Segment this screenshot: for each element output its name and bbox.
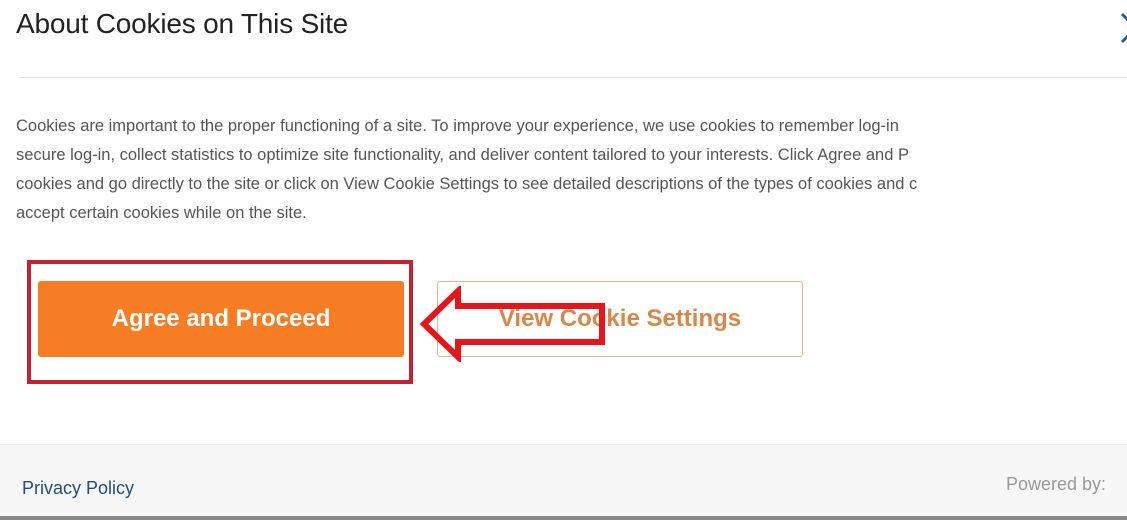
privacy-policy-link[interactable]: Privacy Policy	[22, 478, 134, 499]
cookie-description: Cookies are important to the proper func…	[16, 112, 1127, 228]
dialog-title: About Cookies on This Site	[16, 8, 349, 39]
left-arrow-icon	[419, 286, 605, 362]
title-divider	[20, 77, 1127, 78]
powered-by-label: Powered by:	[1006, 474, 1107, 494]
close-icon[interactable]	[1116, 4, 1127, 52]
dialog-footer	[0, 444, 1127, 520]
description-line: Cookies are important to the proper func…	[16, 117, 899, 135]
description-line: cookies and go directly to the site or c…	[16, 175, 918, 193]
description-line: secure log-in, collect statistics to opt…	[16, 146, 909, 164]
agree-and-proceed-button[interactable]: Agree and Proceed	[38, 281, 404, 357]
cookie-consent-dialog: About Cookies on This Site Cookies are i…	[0, 0, 1127, 520]
description-line: accept certain cookies while on the site…	[16, 204, 307, 222]
footer-bottom-border	[0, 516, 1127, 520]
